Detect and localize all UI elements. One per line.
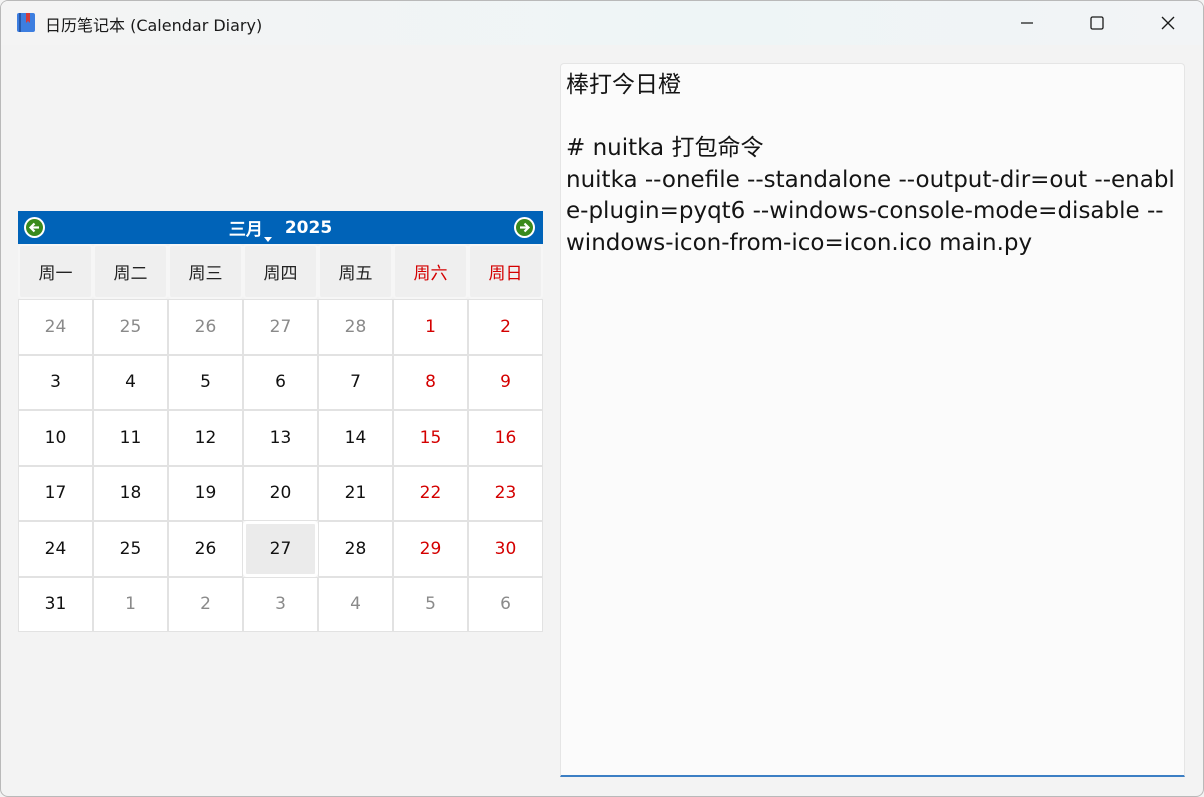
weekday-header: 周六	[393, 244, 468, 299]
weekday-header: 周一	[18, 244, 93, 299]
arrow-right-icon	[520, 222, 531, 233]
day-cell[interactable]: 24	[18, 299, 93, 355]
day-cell[interactable]: 28	[318, 299, 393, 355]
calendar-widget: 三月 2025 周一 周二 周三 周四 周五 周六 周日 24 25 26 27…	[18, 211, 543, 632]
day-cell[interactable]: 29	[393, 521, 468, 577]
day-cell[interactable]: 20	[243, 465, 318, 521]
day-cell[interactable]: 15	[393, 410, 468, 466]
day-cell[interactable]: 30	[468, 521, 543, 577]
day-cell[interactable]: 1	[93, 576, 168, 632]
minimize-button[interactable]	[1004, 1, 1050, 45]
weekday-header: 周三	[168, 244, 243, 299]
notebook-icon	[17, 13, 35, 32]
day-cell[interactable]: 13	[243, 410, 318, 466]
diary-editor[interactable]: 棒打今日橙 # nuitka 打包命令 nuitka --onefile --s…	[560, 63, 1185, 777]
next-month-button[interactable]	[514, 217, 535, 238]
day-cell[interactable]: 3	[243, 576, 318, 632]
day-cell[interactable]: 9	[468, 354, 543, 410]
month-label: 三月	[228, 220, 263, 240]
maximize-icon	[1090, 16, 1104, 30]
day-cell[interactable]: 5	[168, 354, 243, 410]
day-cell[interactable]: 27	[243, 299, 318, 355]
weekday-header: 周日	[468, 244, 543, 299]
year-spinner[interactable]: 2025	[285, 218, 332, 238]
day-cell[interactable]: 19	[168, 465, 243, 521]
chevron-down-icon	[263, 237, 272, 242]
day-cell[interactable]: 26	[168, 521, 243, 577]
day-cell[interactable]: 3	[18, 354, 93, 410]
day-cell[interactable]: 12	[168, 410, 243, 466]
diary-text[interactable]: 棒打今日橙 # nuitka 打包命令 nuitka --onefile --s…	[566, 70, 1176, 259]
close-button[interactable]	[1145, 1, 1191, 45]
calendar-nav-bar: 三月 2025	[18, 211, 543, 244]
weekday-header: 周五	[318, 244, 393, 299]
weekday-header: 周二	[93, 244, 168, 299]
selected-day-cell[interactable]: 27	[243, 521, 318, 577]
day-cell[interactable]: 6	[243, 354, 318, 410]
calendar-grid: 周一 周二 周三 周四 周五 周六 周日 24 25 26 27 28 1 2 3 4 5 6 7 8 9 10 11 12 1…	[18, 244, 543, 632]
day-cell[interactable]: 16	[468, 410, 543, 466]
minimize-icon	[1021, 22, 1033, 24]
day-cell[interactable]: 28	[318, 521, 393, 577]
close-icon	[1161, 16, 1175, 30]
month-year-selector: 三月 2025	[18, 211, 543, 244]
day-cell[interactable]: 24	[18, 521, 93, 577]
day-cell[interactable]: 26	[168, 299, 243, 355]
prev-month-button[interactable]	[24, 217, 45, 238]
day-cell[interactable]: 14	[318, 410, 393, 466]
day-cell[interactable]: 25	[93, 299, 168, 355]
weekday-header: 周四	[243, 244, 318, 299]
day-cell[interactable]: 31	[18, 576, 93, 632]
day-cell[interactable]: 6	[468, 576, 543, 632]
day-cell[interactable]: 10	[18, 410, 93, 466]
day-cell[interactable]: 2	[468, 299, 543, 355]
day-cell[interactable]: 25	[93, 521, 168, 577]
day-cell[interactable]: 23	[468, 465, 543, 521]
window-title: 日历笔记本 (Calendar Diary)	[45, 16, 263, 35]
month-dropdown[interactable]: 三月	[228, 215, 272, 242]
day-cell[interactable]: 21	[318, 465, 393, 521]
day-cell[interactable]: 4	[318, 576, 393, 632]
day-cell[interactable]: 11	[93, 410, 168, 466]
day-cell[interactable]: 22	[393, 465, 468, 521]
app-window: 日历笔记本 (Calendar Diary) 三月 2025 周一 周二 周三 …	[0, 0, 1204, 797]
day-cell[interactable]: 1	[393, 299, 468, 355]
day-cell[interactable]: 2	[168, 576, 243, 632]
day-cell[interactable]: 4	[93, 354, 168, 410]
day-cell[interactable]: 8	[393, 354, 468, 410]
title-bar: 日历笔记本 (Calendar Diary)	[1, 1, 1203, 45]
arrow-left-icon	[28, 222, 39, 233]
day-cell[interactable]: 5	[393, 576, 468, 632]
day-cell[interactable]: 7	[318, 354, 393, 410]
maximize-button[interactable]	[1074, 1, 1120, 45]
day-cell[interactable]: 17	[18, 465, 93, 521]
day-cell[interactable]: 18	[93, 465, 168, 521]
